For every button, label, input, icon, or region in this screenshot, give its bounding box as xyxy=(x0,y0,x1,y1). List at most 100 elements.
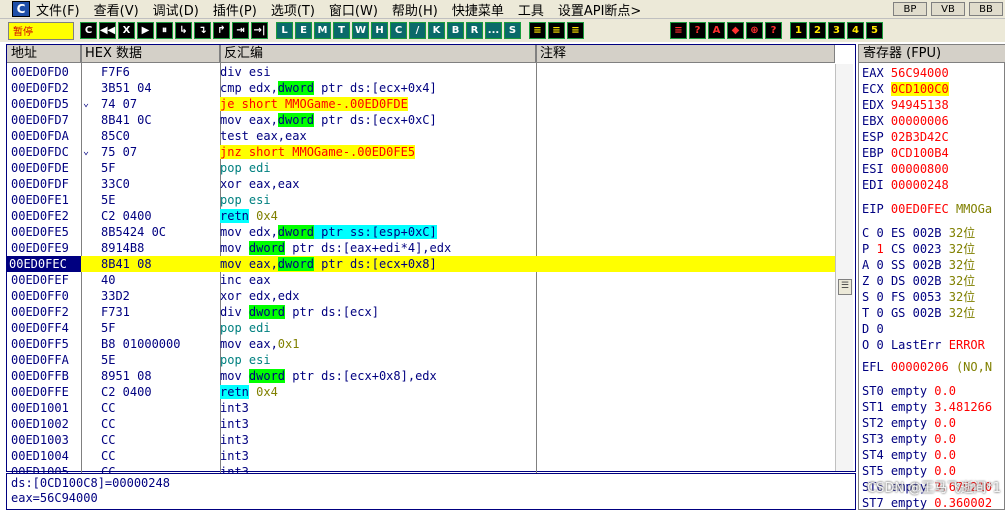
window-button[interactable]: BP xyxy=(893,2,927,16)
toolbar-button[interactable]: ▶ xyxy=(137,22,154,39)
header-hex[interactable]: HEX 数据 xyxy=(81,45,220,63)
toolbar-button[interactable]: X xyxy=(118,22,135,39)
fpu-value[interactable]: 0.0 xyxy=(934,464,956,478)
toolbar-button[interactable]: E xyxy=(295,22,312,39)
register-value[interactable]: 00000248 xyxy=(891,178,949,192)
registers-pane[interactable]: 寄存器 (FPU) EAX 56C94000 ECX 0CD100C0 EDX 94… xyxy=(858,44,1005,510)
toolbar-button[interactable]: L xyxy=(276,22,293,39)
window-button[interactable]: VB xyxy=(931,2,965,16)
register-line[interactable]: Z 0 DS 002B 32位 xyxy=(862,273,975,289)
menu-item[interactable]: 窗口(W) xyxy=(329,0,378,19)
register-line[interactable]: EDX 94945138 xyxy=(862,97,949,113)
row-address[interactable]: 00ED0FE9 xyxy=(11,240,81,256)
disassembly-row[interactable]: 00ED0FDA 85C0 test eax,eax xyxy=(7,128,835,144)
toolbar-button[interactable]: H xyxy=(371,22,388,39)
menu-item[interactable]: 帮助(H) xyxy=(392,0,438,19)
register-line[interactable]: ST2 empty 0.0 xyxy=(862,415,956,431)
register-line[interactable]: EBP 0CD100B4 xyxy=(862,145,949,161)
header-disassembly[interactable]: 反汇编 xyxy=(220,45,536,63)
register-line[interactable]: EFL 00000206 (NO,N xyxy=(862,359,992,375)
register-value[interactable]: 00000800 xyxy=(891,162,949,176)
toolbar-button[interactable]: T xyxy=(333,22,350,39)
disassembly-row[interactable]: 00ED0FFA 5E pop esi xyxy=(7,352,835,368)
disassembly-row[interactable]: 00ED0FDF 33C0 xor eax,eax xyxy=(7,176,835,192)
register-line[interactable]: ST1 empty 3.481266 xyxy=(862,399,992,415)
menu-item[interactable]: 调试(D) xyxy=(153,0,199,19)
row-address[interactable]: 00ED0FD2 xyxy=(11,80,81,96)
disassembly-row[interactable]: 00ED1001 CC int3 xyxy=(7,400,835,416)
menu-item[interactable]: 设置API断点> xyxy=(558,0,641,19)
menu-item[interactable]: 选项(T) xyxy=(271,0,315,19)
toolbar-button[interactable]: ⇥ xyxy=(232,22,249,39)
row-address[interactable]: 00ED0FD5 xyxy=(11,96,81,112)
fpu-value[interactable]: 0.0 xyxy=(934,432,956,446)
disassembly-row[interactable]: 00ED0FEC 8B41 08 mov eax,dword ptr ds:[ecx… xyxy=(7,256,835,272)
register-line[interactable]: S 0 FS 0053 32位 xyxy=(862,289,975,305)
register-value[interactable]: 56C94000 xyxy=(891,66,949,80)
row-address[interactable]: 00ED0FD7 xyxy=(11,112,81,128)
header-address[interactable]: 地址 xyxy=(7,45,81,63)
cpu-disassembly-pane[interactable]: 地址 HEX 数据 反汇编 注释 00ED0FD0 F7F6 div esi 00ED… xyxy=(6,44,856,479)
disassembly-row[interactable]: 00ED0FF5 B8 01000000 mov eax,0x1 xyxy=(7,336,835,352)
scrollbar-thumb[interactable]: ☰ xyxy=(838,279,852,295)
row-address[interactable]: 00ED0FF0 xyxy=(11,288,81,304)
disassembly-row[interactable]: 00ED0FE9 8914B8 mov dword ptr ds:[eax+edi*… xyxy=(7,240,835,256)
register-value[interactable]: 00000206 xyxy=(891,360,949,374)
row-address[interactable]: 00ED0FFA xyxy=(11,352,81,368)
flag-bit[interactable]: 0 xyxy=(876,290,883,304)
register-line[interactable]: A 0 SS 002B 32位 xyxy=(862,257,975,273)
disassembly-row[interactable]: 00ED0FEF 40 inc eax xyxy=(7,272,835,288)
toolbar-button[interactable]: ? xyxy=(689,22,706,39)
disassembly-row[interactable]: 00ED0FFB 8951 08 mov dword ptr ds:[ecx+0x8… xyxy=(7,368,835,384)
toolbar-button[interactable]: ... xyxy=(485,22,502,39)
disassembly-row[interactable]: 00ED0FDE 5F pop edi xyxy=(7,160,835,176)
flag-bit[interactable]: 0 xyxy=(876,226,883,240)
register-line[interactable]: P 1 CS 0023 32位 xyxy=(862,241,975,257)
row-address[interactable]: 00ED0FE1 xyxy=(11,192,81,208)
row-address[interactable]: 00ED0FF2 xyxy=(11,304,81,320)
row-address[interactable]: 00ED1002 xyxy=(11,416,81,432)
menu-item[interactable]: 工具 xyxy=(518,0,544,19)
disassembly-row[interactable]: 00ED0FF4 5F pop edi xyxy=(7,320,835,336)
disassembly-row[interactable]: 00ED0FD7 8B41 0C mov eax,dword ptr ds:[ecx… xyxy=(7,112,835,128)
row-address[interactable]: 00ED0FDE xyxy=(11,160,81,176)
disassembly-row[interactable]: 00ED0FF2 F731 div dword ptr ds:[ecx] xyxy=(7,304,835,320)
toolbar-button[interactable]: ↳ xyxy=(175,22,192,39)
toolbar-button[interactable]: ◀◀ xyxy=(99,22,116,39)
fpu-value[interactable]: 0.0 xyxy=(934,384,956,398)
register-value[interactable]: 94945138 xyxy=(891,98,949,112)
flag-bit[interactable]: 0 xyxy=(876,258,883,272)
row-address[interactable]: 00ED1004 xyxy=(11,448,81,464)
disassembly-row[interactable]: 00ED1002 CC int3 xyxy=(7,416,835,432)
window-button[interactable]: BB xyxy=(969,2,1003,16)
flag-bit[interactable]: 0 xyxy=(876,338,883,352)
row-address[interactable]: 00ED0FEF xyxy=(11,272,81,288)
menu-item[interactable]: 文件(F) xyxy=(36,0,80,19)
register-line[interactable]: EBX 00000006 xyxy=(862,113,949,129)
toolbar-button[interactable]: ≡ xyxy=(548,22,565,39)
register-value[interactable]: 00ED0FEC xyxy=(891,202,949,216)
row-address[interactable]: 00ED0FF5 xyxy=(11,336,81,352)
flag-bit[interactable]: 0 xyxy=(876,274,883,288)
disassembly-row[interactable]: 00ED1004 CC int3 xyxy=(7,448,835,464)
disassembly-row[interactable]: 00ED0FD5 ⌄ 74 07 je short MMOGame-.00ED0FDE xyxy=(7,96,835,112)
row-address[interactable]: 00ED0FEC xyxy=(7,256,81,272)
row-address[interactable]: 00ED0FD0 xyxy=(11,64,81,80)
disassembly-row[interactable]: 00ED0FD2 3B51 04 cmp edx,dword ptr ds:[ecx… xyxy=(7,80,835,96)
fpu-value[interactable]: 0.360002 xyxy=(934,496,992,510)
register-line[interactable]: ST4 empty 0.0 xyxy=(862,447,956,463)
toolbar-button[interactable]: →| xyxy=(251,22,268,39)
disassembly-row[interactable]: 00ED1003 CC int3 xyxy=(7,432,835,448)
toolbar-button[interactable]: ≡ xyxy=(567,22,584,39)
register-value[interactable]: 02B3D42C xyxy=(891,130,949,144)
row-address[interactable]: 00ED0FE2 xyxy=(11,208,81,224)
disassembly-row[interactable]: 00ED0FF0 33D2 xor edx,edx xyxy=(7,288,835,304)
toolbar-button[interactable]: 5 xyxy=(866,22,883,39)
toolbar-button[interactable]: 1 xyxy=(790,22,807,39)
toolbar-button[interactable]: 4 xyxy=(847,22,864,39)
register-line[interactable]: ESP 02B3D42C xyxy=(862,129,949,145)
toolbar-button[interactable]: 2 xyxy=(809,22,826,39)
register-line[interactable]: ST3 empty 0.0 xyxy=(862,431,956,447)
toolbar-button[interactable]: M xyxy=(314,22,331,39)
row-address[interactable]: 00ED0FFE xyxy=(11,384,81,400)
